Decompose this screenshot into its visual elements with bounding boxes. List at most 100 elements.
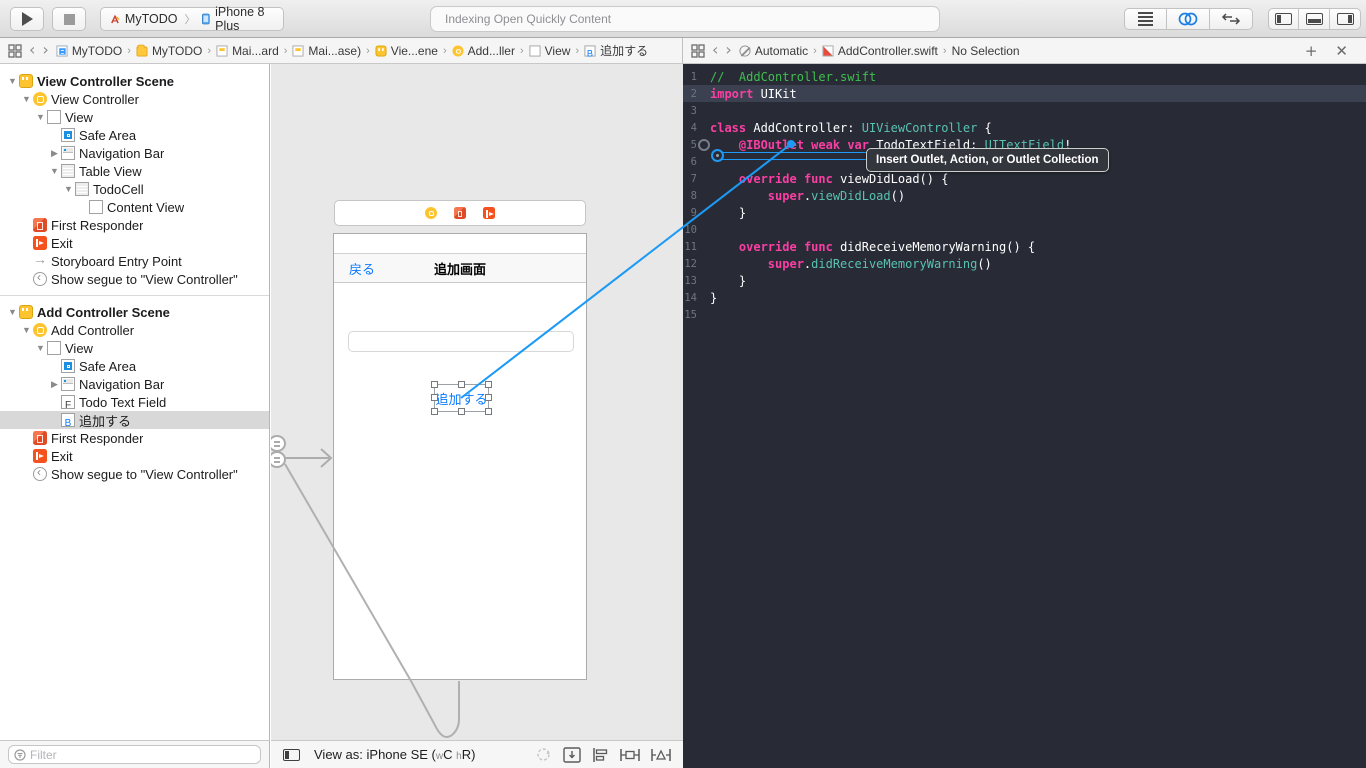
outline-row[interactable]: Storyboard Entry Point <box>0 252 269 270</box>
close-assistant-editor-button[interactable]: ✕ <box>1335 42 1348 60</box>
breadcrumb-item[interactable]: MyTODO <box>56 44 122 58</box>
code-line[interactable]: 13 } <box>683 272 1366 289</box>
code-line[interactable]: 12 super.didReceiveMemoryWarning() <box>683 255 1366 272</box>
toggle-navigator-button[interactable] <box>1268 8 1299 30</box>
outline-row[interactable]: ▶Navigation Bar <box>0 375 269 393</box>
disclosure-triangle-icon[interactable]: ▼ <box>20 94 33 104</box>
breadcrumb-item[interactable]: Mai...ase) <box>292 44 361 58</box>
breadcrumb-item[interactable]: View <box>529 44 571 58</box>
code-line[interactable]: 14} <box>683 289 1366 306</box>
back-button[interactable]: ‹ <box>712 42 718 58</box>
resize-handle[interactable] <box>431 408 438 415</box>
back-bar-button[interactable]: 戻る <box>349 259 375 278</box>
breadcrumb-item[interactable]: MyTODO <box>136 44 202 58</box>
breadcrumb-item[interactable]: Automatic <box>739 44 808 58</box>
resize-handle[interactable] <box>458 408 465 415</box>
resolve-autolayout-icon[interactable] <box>651 748 671 762</box>
resize-handle[interactable] <box>431 381 438 388</box>
outline-row[interactable]: ▼View Controller Scene <box>0 72 269 90</box>
disclosure-triangle-icon[interactable]: ▼ <box>48 166 61 176</box>
outline-row[interactable]: ▼Table View <box>0 162 269 180</box>
resize-handle[interactable] <box>485 381 492 388</box>
outline-row[interactable]: ▶Navigation Bar <box>0 144 269 162</box>
filter-input[interactable]: Filter <box>8 745 261 764</box>
disclosure-triangle-icon[interactable]: ▼ <box>34 112 47 122</box>
breadcrumb-item[interactable]: Vie...ene <box>375 44 438 58</box>
code-line[interactable]: 11 override func didReceiveMemoryWarning… <box>683 238 1366 255</box>
related-items-icon[interactable] <box>691 44 705 58</box>
outline-row[interactable]: Exit <box>0 234 269 252</box>
storyboard-canvas[interactable]: 戻る 追加画面 追加する <box>271 64 683 740</box>
add-constraints-icon[interactable] <box>620 748 640 762</box>
outline-row[interactable]: Show segue to "View Controller" <box>0 270 269 288</box>
code-line[interactable]: 10 <box>683 221 1366 238</box>
resize-handle[interactable] <box>431 394 438 401</box>
outline-row[interactable]: Safe Area <box>0 357 269 375</box>
disclosure-triangle-icon[interactable]: ▶ <box>48 379 61 390</box>
outline-toggle-button[interactable] <box>283 749 300 761</box>
view-controller-dock-icon[interactable] <box>425 207 437 219</box>
outline-row[interactable]: Exit <box>0 447 269 465</box>
outline-row[interactable]: Todo Text Field <box>0 393 269 411</box>
todo-text-field[interactable] <box>348 331 574 352</box>
disclosure-triangle-icon[interactable]: ▼ <box>6 307 19 317</box>
exit-dock-icon[interactable] <box>483 207 495 219</box>
version-editor-button[interactable] <box>1210 8 1253 30</box>
outline-row[interactable]: 追加する <box>0 411 269 429</box>
stop-button[interactable] <box>52 7 86 31</box>
resize-handle[interactable] <box>458 381 465 388</box>
outline-row[interactable]: First Responder <box>0 216 269 234</box>
disclosure-triangle-icon[interactable]: ▶ <box>48 148 61 159</box>
standard-editor-button[interactable] <box>1124 8 1167 30</box>
assistant-code-editor[interactable]: 1// AddController.swift2import UIKit34cl… <box>683 64 1366 768</box>
scheme-selector[interactable]: MyTODO 〉 iPhone 8 Plus <box>100 7 284 31</box>
add-assistant-editor-button[interactable]: + <box>1305 42 1318 60</box>
code-line[interactable]: 2import UIKit <box>683 85 1366 102</box>
outline-row[interactable]: Safe Area <box>0 126 269 144</box>
code-line[interactable]: 7 override func viewDidLoad() { <box>683 170 1366 187</box>
disclosure-triangle-icon[interactable]: ▼ <box>20 325 33 335</box>
disclosure-triangle-icon[interactable]: ▼ <box>62 184 75 194</box>
first-responder-dock-icon[interactable] <box>454 207 466 219</box>
assistant-editor-button[interactable] <box>1167 8 1210 30</box>
breadcrumb-item[interactable]: 追加する <box>584 42 648 59</box>
code-line[interactable]: 8 super.viewDidLoad() <box>683 187 1366 204</box>
code-line[interactable]: 4class AddController: UIViewController { <box>683 119 1366 136</box>
update-frames-icon[interactable] <box>535 746 552 763</box>
navigation-bar[interactable]: 戻る 追加画面 <box>334 253 586 283</box>
outline-row[interactable]: ▼Add Controller Scene <box>0 303 269 321</box>
resize-handle[interactable] <box>485 408 492 415</box>
outline-row[interactable]: ▼View <box>0 339 269 357</box>
breadcrumb-item[interactable]: No Selection <box>952 44 1020 58</box>
code-line[interactable]: 15 <box>683 306 1366 323</box>
breadcrumb-item[interactable]: Mai...ard <box>216 44 279 58</box>
view-as-label[interactable]: View as: iPhone SE (wC hR) <box>314 747 475 762</box>
segue-badge[interactable] <box>271 435 286 452</box>
add-controller-view[interactable]: 戻る 追加画面 追加する <box>333 233 587 680</box>
outlet-connection-well[interactable] <box>698 139 710 151</box>
forward-button[interactable]: › <box>725 42 731 58</box>
outline-row[interactable]: ▼View <box>0 108 269 126</box>
embed-in-stack-icon[interactable] <box>563 747 581 763</box>
outline-row[interactable]: Show segue to "View Controller" <box>0 465 269 483</box>
outline-row[interactable]: Content View <box>0 198 269 216</box>
add-button-selected[interactable]: 追加する <box>435 385 488 411</box>
breadcrumb-item[interactable]: Add...ller <box>452 44 515 58</box>
code-line[interactable]: 3 <box>683 102 1366 119</box>
toggle-inspector-button[interactable] <box>1330 8 1361 30</box>
outline-row[interactable]: ▼View Controller <box>0 90 269 108</box>
disclosure-triangle-icon[interactable]: ▼ <box>34 343 47 353</box>
outline-row[interactable]: First Responder <box>0 429 269 447</box>
code-line[interactable]: 1// AddController.swift <box>683 68 1366 85</box>
outline-row[interactable]: ▼TodoCell <box>0 180 269 198</box>
code-line[interactable]: 9 } <box>683 204 1366 221</box>
related-items-icon[interactable] <box>8 44 22 58</box>
segue-badge[interactable] <box>271 451 286 468</box>
forward-button[interactable]: › <box>42 42 48 58</box>
run-button[interactable] <box>10 7 44 31</box>
resize-handle[interactable] <box>485 394 492 401</box>
align-icon[interactable] <box>592 747 609 763</box>
back-button[interactable]: ‹ <box>29 42 35 58</box>
outline-row[interactable]: ▼Add Controller <box>0 321 269 339</box>
breadcrumb-item[interactable]: AddController.swift <box>822 44 938 58</box>
